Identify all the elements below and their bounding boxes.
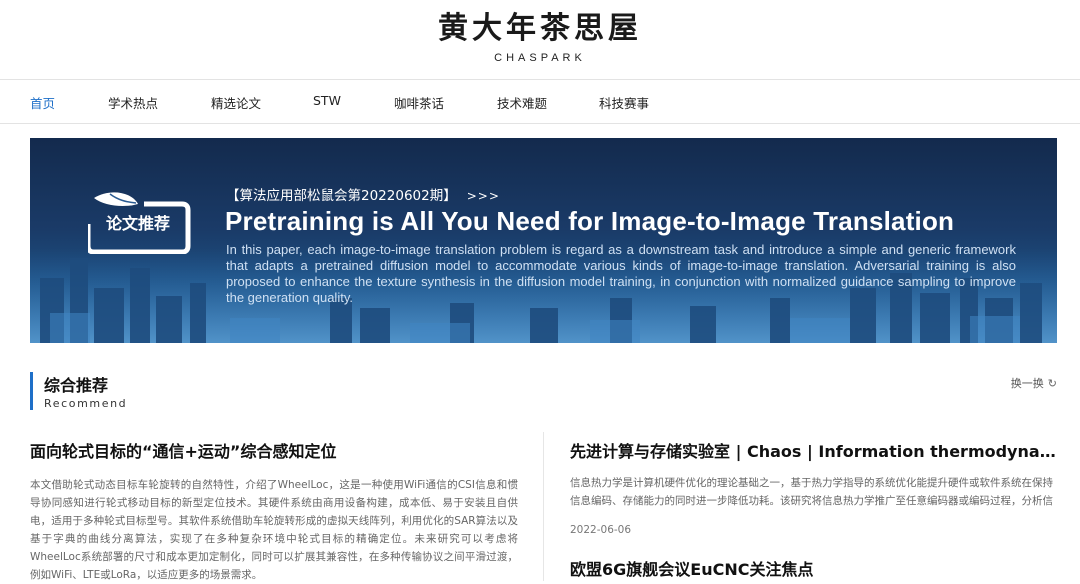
side-article-title[interactable]: 欧盟6G旗舰会议EuCNC关注焦点 [570,556,813,580]
refresh-label: 换一换 [1010,377,1044,390]
banner-series-label: 【算法应用部松鼠会第20220602期】 >>> [226,184,500,204]
hero-banner[interactable]: 论文推荐 【算法应用部松鼠会第20220602期】 >>> Pretraining… [30,138,1057,343]
banner-title: Pretraining is All You Need for Image-to… [225,206,955,236]
banner-description: In this paper, each image-to-image trans… [226,242,1016,305]
section-accent-bar [30,372,33,410]
featured-article-summary: 本文借助轮式动态目标车轮旋转的自然特性，介绍了WheelLoc，这是一种使用Wi… [30,479,518,581]
nav-technical-challenges[interactable]: 技术难题 [497,93,547,112]
banner-arrow: >>> [466,189,500,203]
featured-article-title[interactable]: 面向轮式目标的“通信+运动”综合感知定位 [30,438,518,462]
site-header: 黄大年茶思屋 CHASPARK [0,0,1080,80]
site-logo[interactable]: 黄大年茶思屋 CHASPARK [0,10,1080,64]
side-article-summary: 信息热力学是计算机硬件优化的理论基础之一，基于热力学指导的系统优化能提升硬件或软… [570,477,1053,507]
main-nav: 首页 学术热点 精选论文 STW 咖啡茶话 技术难题 科技赛事 [0,80,1080,124]
nav-stw[interactable]: STW [313,93,341,108]
nav-tech-competitions[interactable]: 科技赛事 [599,93,649,112]
side-article-list: 先进计算与存储实验室 | Chaos | Information thermod… [570,438,1057,579]
side-article-title[interactable]: 先进计算与存储实验室 | Chaos | Information thermod… [570,438,1057,462]
section-title: 综合推荐 [44,376,109,395]
badge-label: 论文推荐 [105,214,170,233]
featured-article[interactable]: 面向轮式目标的“通信+运动”综合感知定位 本文借助轮式动态目标车轮旋转的自然特性… [30,438,518,584]
section-subtitle: Recommend [44,397,128,410]
logo-english-name: CHASPARK [494,52,586,64]
column-divider [543,432,544,581]
banner-series-text: 【算法应用部松鼠会第20220602期】 [226,188,457,204]
nav-coffee-talk[interactable]: 咖啡茶话 [394,93,444,112]
side-article-date: 2022-06-06 [570,524,632,536]
nav-selected-papers[interactable]: 精选论文 [211,93,261,112]
recommend-section-header: 综合推荐 Recommend 换一换 ↻ [30,372,1057,412]
refresh-icon: ↻ [1047,377,1057,390]
logo-chinese-name: 黄大年茶思屋 [438,11,642,46]
paper-recommendation-badge: 论文推荐 [88,190,216,254]
refresh-button[interactable]: 换一换 ↻ [1011,375,1057,391]
nav-home[interactable]: 首页 [30,93,55,112]
nav-academic-hotspots[interactable]: 学术热点 [108,93,158,112]
